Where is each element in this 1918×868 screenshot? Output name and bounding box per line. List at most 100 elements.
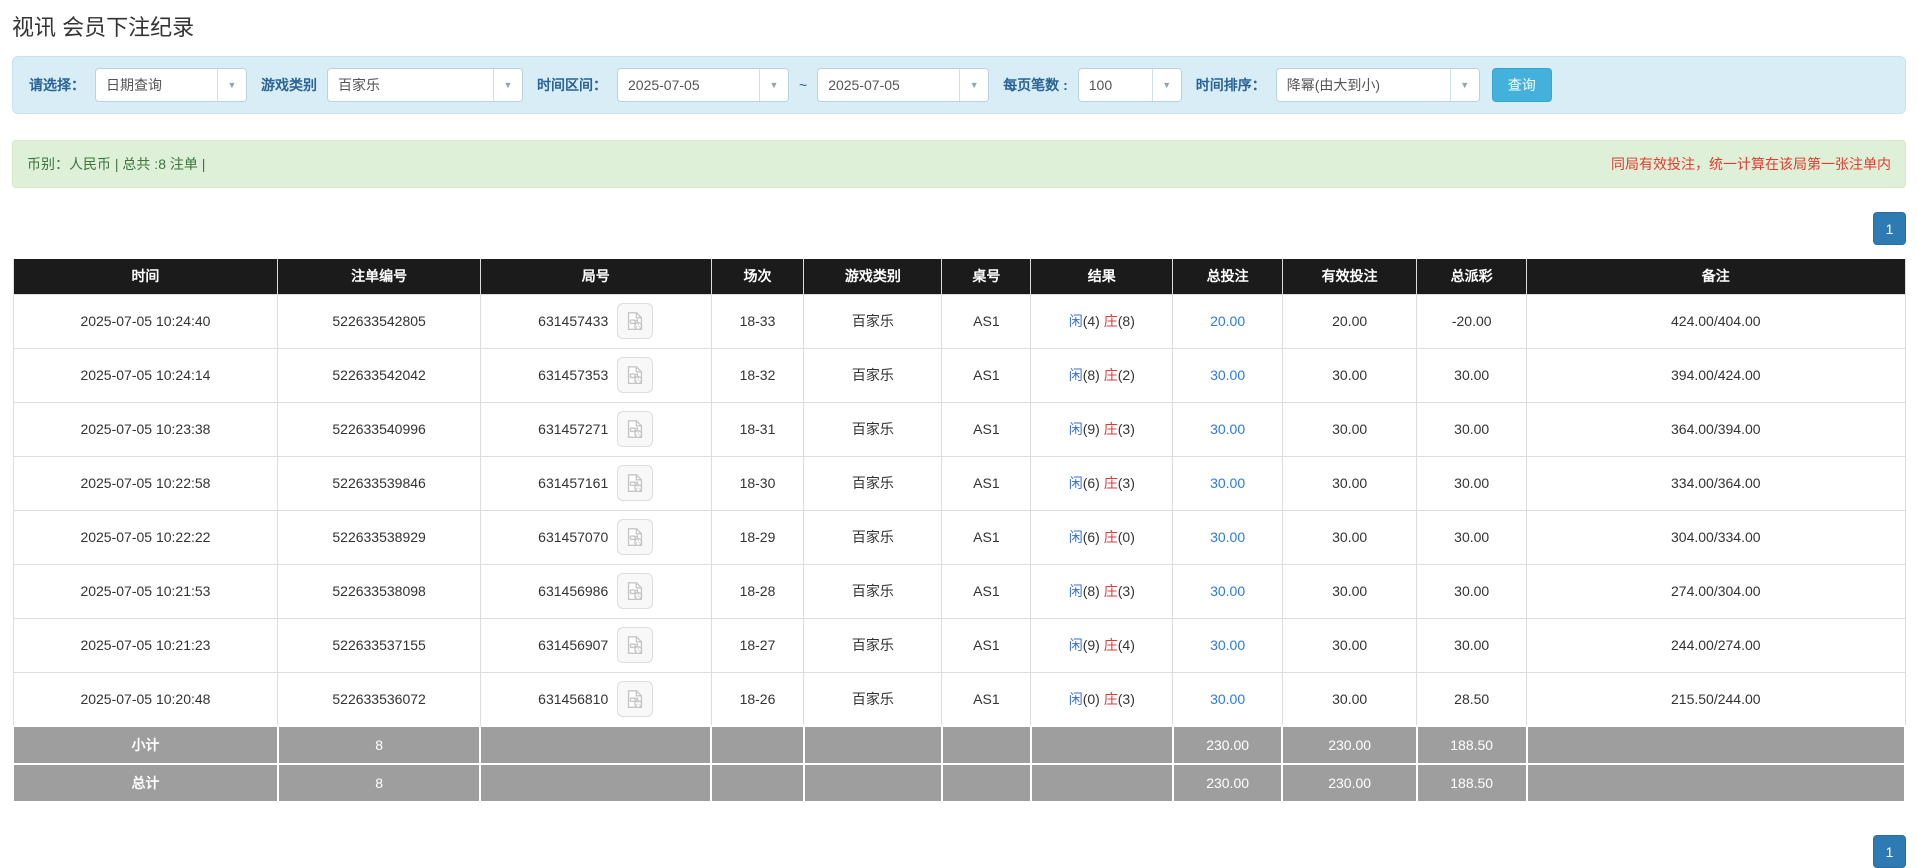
- cell-valid-bet: 30.00: [1281, 347, 1418, 403]
- result-player: 闲: [1068, 367, 1083, 383]
- video-file-icon: [624, 580, 646, 602]
- round-number: 631457070: [538, 529, 609, 545]
- cell-game-type: 百家乐: [803, 293, 943, 349]
- search-button[interactable]: 查询: [1491, 68, 1552, 102]
- cell-game-type: 百家乐: [803, 671, 943, 727]
- table-row: 2025-07-05 10:23:38 522633540996 631457271…: [12, 401, 1906, 457]
- cell-time: 2025-07-05 10:24:14: [12, 347, 279, 403]
- video-replay-button[interactable]: [617, 411, 654, 447]
- result-banker-score: (8): [1117, 313, 1135, 329]
- cell-session: 18-29: [710, 509, 805, 565]
- cell-result: 闲(8) 庄(2): [1030, 347, 1174, 403]
- cell-session: 18-30: [710, 455, 805, 511]
- video-replay-button[interactable]: [617, 465, 654, 501]
- video-replay-button[interactable]: [617, 303, 654, 339]
- cell-session: 18-31: [710, 401, 805, 457]
- total-bet-link[interactable]: 30.00: [1210, 475, 1245, 491]
- result-player-score: (6): [1082, 529, 1100, 545]
- page-number-button[interactable]: 1: [1873, 835, 1906, 868]
- round-number: 631456810: [538, 690, 609, 707]
- total-bet-link[interactable]: 30.00: [1210, 583, 1245, 599]
- round-number: 631457161: [538, 475, 609, 491]
- cell-total-bet: 30.00: [1172, 671, 1283, 727]
- result-banker: 庄: [1103, 637, 1118, 653]
- cell-bet-number: 522633537155: [277, 617, 481, 673]
- table-row: 2025-07-05 10:22:58 522633539846 631457161…: [12, 455, 1906, 511]
- table-row: 2025-07-05 10:20:48 522633536072 631456810…: [12, 671, 1906, 727]
- table-row: 2025-07-05 10:24:40 522633542805 631457433…: [12, 293, 1906, 349]
- result-player-score: (8): [1082, 583, 1100, 599]
- subtotal-count: 8: [276, 725, 482, 765]
- result-banker-score: (3): [1117, 583, 1135, 599]
- subtotal-label: 小计: [12, 725, 279, 765]
- header-table-number: 桌号: [941, 259, 1032, 294]
- date-from-select[interactable]: 2025-07-05 ▼: [617, 68, 789, 102]
- game-type-label: 游戏类别: [261, 77, 317, 93]
- cell-result: 闲(9) 庄(4): [1030, 617, 1174, 673]
- chevron-down-icon: ▼: [959, 69, 989, 101]
- cell-remark: 244.00/274.00: [1526, 617, 1906, 673]
- cell-table-number: AS1: [941, 671, 1032, 727]
- cell-game-type: 百家乐: [803, 509, 943, 565]
- result-player: 闲: [1068, 313, 1083, 329]
- total-bet-link[interactable]: 30.00: [1210, 421, 1245, 437]
- page-size-select[interactable]: 100 ▼: [1077, 68, 1182, 102]
- date-range-tilde: ~: [799, 77, 808, 93]
- cell-bet-number: 522633542042: [277, 347, 481, 403]
- header-game-type: 游戏类别: [803, 259, 943, 294]
- video-file-icon: [624, 418, 646, 440]
- result-banker: 庄: [1103, 690, 1118, 707]
- page-number-button[interactable]: 1: [1873, 212, 1906, 245]
- cell-remark: 215.50/244.00: [1526, 671, 1906, 727]
- cell-game-type: 百家乐: [803, 455, 943, 511]
- header-remark: 备注: [1526, 259, 1906, 294]
- header-result: 结果: [1030, 259, 1174, 294]
- cell-result: 闲(8) 庄(3): [1030, 563, 1174, 619]
- round-number: 631456986: [538, 583, 609, 599]
- date-to-value: 2025-07-05: [828, 77, 900, 93]
- cell-remark: 274.00/304.00: [1526, 563, 1906, 619]
- total-bet-link[interactable]: 30.00: [1210, 529, 1245, 545]
- cell-game-type: 百家乐: [803, 563, 943, 619]
- select-type-label: 请选择：: [29, 77, 85, 93]
- total-bet-link[interactable]: 30.00: [1210, 691, 1245, 707]
- time-sort-select[interactable]: 降幂(由大到小) ▼: [1275, 68, 1480, 102]
- total-bet-link[interactable]: 20.00: [1210, 313, 1245, 329]
- cell-session: 18-32: [710, 347, 805, 403]
- result-banker: 庄: [1103, 583, 1118, 599]
- cell-valid-bet: 20.00: [1281, 293, 1418, 349]
- filter-bar: 请选择： 日期查询 ▼ 游戏类别 百家乐 ▼ 时间区间： 2025-07-05 …: [12, 56, 1906, 114]
- video-replay-button[interactable]: [617, 573, 654, 609]
- cell-valid-bet: 30.00: [1281, 401, 1418, 457]
- cell-bet-number: 522633538929: [277, 509, 481, 565]
- cell-total-bet: 30.00: [1172, 455, 1283, 511]
- table-row: 2025-07-05 10:21:23 522633537155 631456907…: [12, 617, 1906, 673]
- cell-table-number: AS1: [941, 293, 1032, 349]
- time-sort-label: 时间排序：: [1195, 77, 1266, 93]
- total-bet-link[interactable]: 30.00: [1210, 367, 1245, 383]
- cell-round-number: 631456810: [479, 671, 712, 727]
- result-banker-score: (0): [1117, 529, 1135, 545]
- chevron-down-icon: ▼: [1449, 69, 1479, 101]
- video-replay-button[interactable]: [617, 357, 654, 393]
- total-bet-link[interactable]: 30.00: [1210, 637, 1245, 653]
- game-type-select[interactable]: 百家乐 ▼: [327, 68, 523, 102]
- video-replay-button[interactable]: [617, 680, 654, 717]
- cell-game-type: 百家乐: [803, 347, 943, 403]
- subtotal-valid-bet: 230.00: [1281, 725, 1418, 765]
- cell-round-number: 631457271: [479, 401, 712, 457]
- video-replay-button[interactable]: [617, 627, 654, 663]
- cell-payout: 30.00: [1416, 563, 1528, 619]
- result-player-score: (0): [1082, 690, 1100, 707]
- cell-valid-bet: 30.00: [1281, 617, 1418, 673]
- date-to-select[interactable]: 2025-07-05 ▼: [817, 68, 990, 102]
- result-banker: 庄: [1103, 475, 1118, 491]
- cell-table-number: AS1: [941, 617, 1032, 673]
- query-type-select[interactable]: 日期查询 ▼: [95, 68, 247, 102]
- round-number: 631457271: [538, 421, 609, 437]
- header-total-bet: 总投注: [1172, 259, 1283, 294]
- video-replay-button[interactable]: [617, 519, 654, 555]
- pagination-top: 1: [12, 212, 1906, 245]
- header-session: 场次: [710, 259, 805, 294]
- cell-round-number: 631457161: [479, 455, 712, 511]
